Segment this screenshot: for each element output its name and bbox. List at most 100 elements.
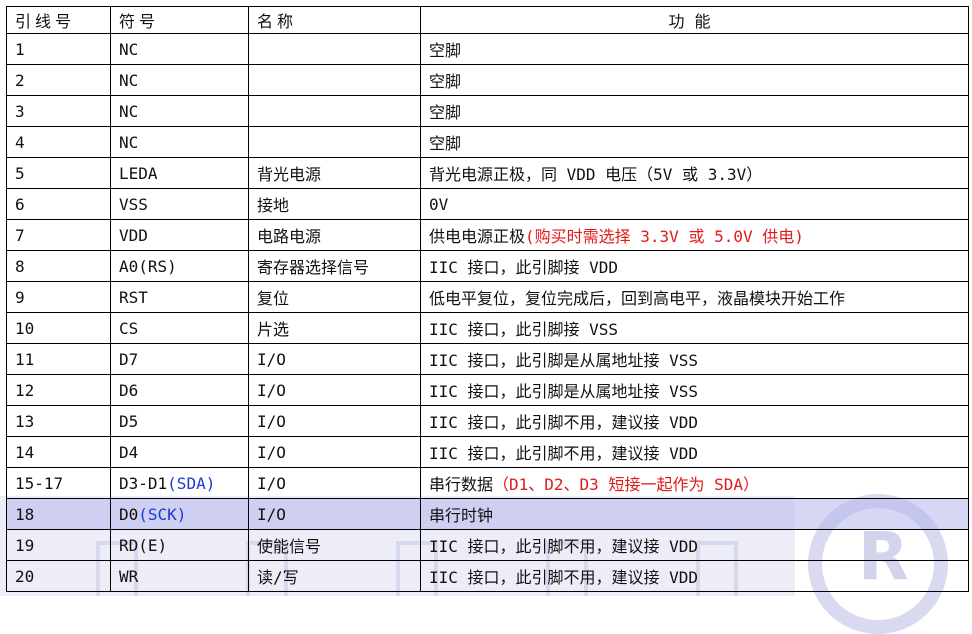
pin-function: 背光电源正极，同 VDD 电压（5V 或 3.3V）	[429, 165, 763, 184]
cell-pin: 11	[6, 343, 111, 375]
cell-symbol: NC	[110, 64, 249, 96]
cell-function: IIC 接口，此引脚不用，建议接 VDD	[420, 405, 969, 437]
pin-symbol: VSS	[119, 194, 148, 214]
cell-name	[248, 64, 421, 96]
cell-name: 电路电源	[248, 219, 421, 251]
pin-name: 接地	[257, 196, 290, 215]
pin-function: 空脚	[429, 72, 462, 91]
header-function: 功能	[420, 6, 969, 34]
table-row: 4 NC 空脚	[6, 126, 969, 158]
table-row: 2 NC 空脚	[6, 64, 969, 96]
pin-number: 18	[15, 504, 35, 524]
pin-symbol: RD(E)	[119, 535, 168, 555]
cell-pin: 20	[6, 560, 111, 592]
cell-function: 空脚	[420, 33, 969, 65]
cell-symbol: CS	[110, 312, 249, 344]
cell-pin: 10	[6, 312, 111, 344]
pin-name: I/O	[257, 411, 286, 431]
cell-pin: 12	[6, 374, 111, 406]
cell-pin: 7	[6, 219, 111, 251]
pin-symbol: RST	[119, 287, 148, 307]
table-header-row: 引线号 符号 名称 功能	[6, 6, 969, 34]
cell-function: 空脚	[420, 64, 969, 96]
table-row: 7 VDD 电路电源 供电电源正极(购买时需选择 3.3V 或 5.0V 供电)	[6, 219, 969, 251]
pin-number: 8	[15, 256, 25, 276]
pin-function: 串行数据	[429, 475, 494, 494]
pin-number: 2	[15, 70, 25, 90]
pin-name: I/O	[257, 504, 286, 524]
pin-number: 12	[15, 380, 35, 400]
table-row: 20 WR 读/写 IIC 接口，此引脚不用，建议接 VDD	[6, 560, 969, 592]
cell-name: 接地	[248, 188, 421, 220]
pin-number: 1	[15, 39, 25, 59]
pin-name: 使能信号	[257, 537, 322, 556]
cell-function: 串行数据（D1、D2、D3 短接一起作为 SDA）	[420, 467, 969, 499]
cell-symbol: WR	[110, 560, 249, 592]
pin-number: 13	[15, 411, 35, 431]
table-row: 10 CS 片选 IIC 接口，此引脚接 VSS	[6, 312, 969, 344]
cell-name: 使能信号	[248, 529, 421, 561]
cell-function: IIC 接口，此引脚接 VDD	[420, 250, 969, 282]
pin-symbol: NC	[119, 70, 139, 90]
table-row: 13 D5 I/O IIC 接口，此引脚不用，建议接 VDD	[6, 405, 969, 437]
pin-number: 4	[15, 132, 25, 152]
cell-function: 串行时钟	[420, 498, 969, 530]
pin-function: IIC 接口，此引脚接 VDD	[429, 258, 619, 277]
cell-name: 读/写	[248, 560, 421, 592]
pin-name: 复位	[257, 289, 290, 308]
cell-function: 低电平复位，复位完成后，回到高电平，液晶模块开始工作	[420, 281, 969, 313]
cell-function: IIC 接口，此引脚是从属地址接 VSS	[420, 374, 969, 406]
table-row: 18 D0(SCK) I/O 串行时钟	[6, 498, 969, 530]
cell-function: 0V	[420, 188, 969, 220]
cell-symbol: A0(RS)	[110, 250, 249, 282]
cell-function: 空脚	[420, 126, 969, 158]
cell-function: 供电电源正极(购买时需选择 3.3V 或 5.0V 供电)	[420, 219, 969, 251]
pin-name: 电路电源	[257, 227, 322, 246]
cell-name	[248, 95, 421, 127]
pin-symbol: LEDA	[119, 163, 158, 183]
table-row: 8 A0(RS) 寄存器选择信号 IIC 接口，此引脚接 VDD	[6, 250, 969, 282]
cell-function: 空脚	[420, 95, 969, 127]
pin-name: I/O	[257, 473, 286, 493]
cell-pin: 4	[6, 126, 111, 158]
cell-pin: 3	[6, 95, 111, 127]
cell-pin: 8	[6, 250, 111, 282]
pin-function: IIC 接口，此引脚是从属地址接 VSS	[429, 382, 699, 401]
cell-name	[248, 33, 421, 65]
cell-name: I/O	[248, 374, 421, 406]
pin-function-note: (购买时需选择 3.3V 或 5.0V 供电)	[525, 227, 804, 246]
cell-pin: 1	[6, 33, 111, 65]
pin-function-note: （D1、D2、D3 短接一起作为 SDA）	[493, 475, 759, 494]
cell-pin: 6	[6, 188, 111, 220]
cell-pin: 18	[6, 498, 111, 530]
header-pin: 引线号	[6, 6, 111, 34]
pin-name: 寄存器选择信号	[257, 258, 370, 277]
pin-function: 空脚	[429, 41, 462, 60]
pin-function: 0V	[429, 194, 449, 214]
cell-pin: 9	[6, 281, 111, 313]
header-symbol: 符号	[110, 6, 249, 34]
cell-function: IIC 接口，此引脚是从属地址接 VSS	[420, 343, 969, 375]
pin-function: 低电平复位，复位完成后，回到高电平，液晶模块开始工作	[429, 289, 846, 308]
cell-symbol: D0(SCK)	[110, 498, 249, 530]
table-row: 12 D6 I/O IIC 接口，此引脚是从属地址接 VSS	[6, 374, 969, 406]
pin-function: IIC 接口，此引脚不用，建议接 VDD	[429, 444, 699, 463]
pin-symbol: D0	[119, 504, 139, 524]
table-row: 1 NC 空脚	[6, 33, 969, 65]
cell-symbol: D5	[110, 405, 249, 437]
cell-symbol: NC	[110, 33, 249, 65]
table-row: 15-17 D3-D1(SDA) I/O 串行数据（D1、D2、D3 短接一起作为 S…	[6, 467, 969, 499]
pin-symbol: WR	[119, 566, 139, 586]
cell-function: IIC 接口，此引脚不用，建议接 VDD	[420, 560, 969, 592]
cell-symbol: D4	[110, 436, 249, 468]
cell-name: I/O	[248, 498, 421, 530]
pin-function: 空脚	[429, 103, 462, 122]
cell-symbol: RST	[110, 281, 249, 313]
table-row: 3 NC 空脚	[6, 95, 969, 127]
cell-function: IIC 接口，此引脚接 VSS	[420, 312, 969, 344]
cell-symbol: VDD	[110, 219, 249, 251]
pin-number: 19	[15, 535, 35, 555]
pin-symbol: CS	[119, 318, 139, 338]
cell-name: I/O	[248, 436, 421, 468]
cell-symbol: RD(E)	[110, 529, 249, 561]
